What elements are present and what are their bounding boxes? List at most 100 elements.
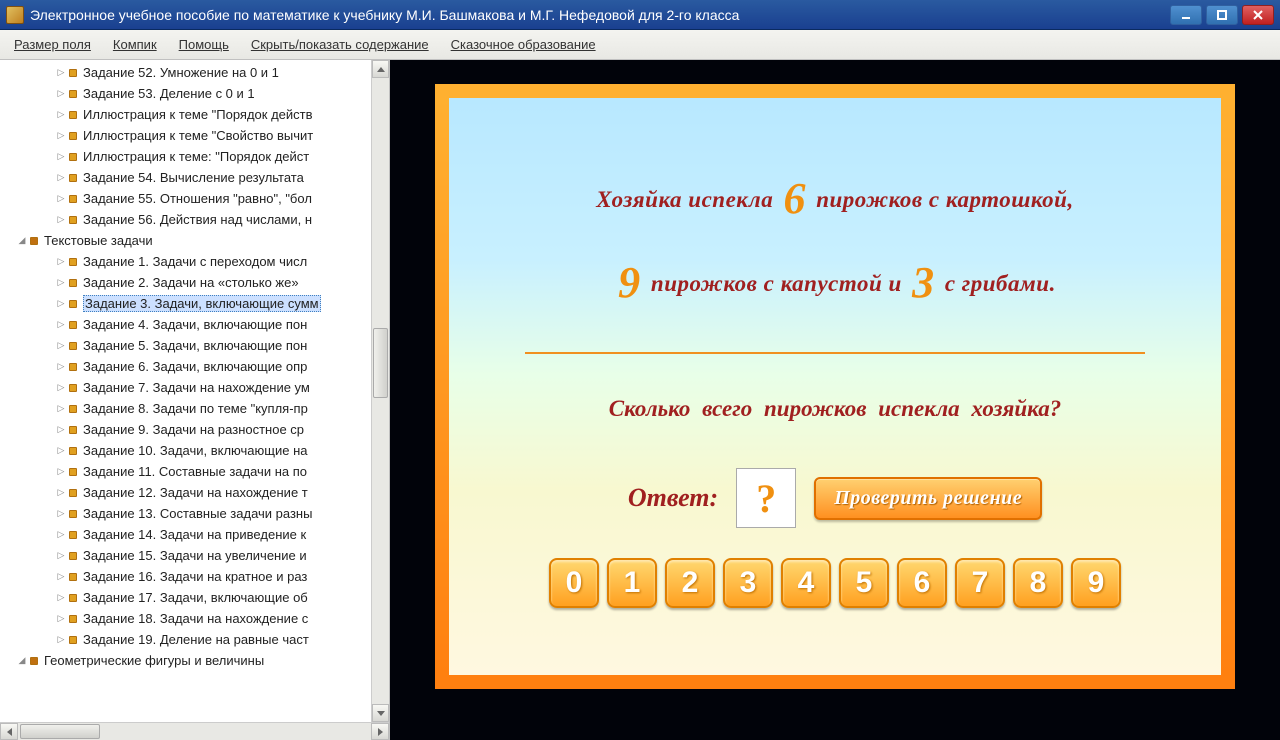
tree-bullet-icon [69,510,77,518]
toc-item[interactable]: ▷Задание 17. Задачи, включающие об [0,587,389,608]
toc-item[interactable]: ▷Задание 15. Задачи на увеличение и [0,545,389,566]
toc-item[interactable]: ▷Задание 53. Деление с 0 и 1 [0,83,389,104]
toc-item[interactable]: ▷ Иллюстрация к теме: "Порядок дейст [0,146,389,167]
toc-item-label: Задание 2. Задачи на «столько же» [83,275,299,290]
toc-item[interactable]: ▷Задание 14. Задачи на приведение к [0,524,389,545]
menu-fairy-education[interactable]: Сказочное образование [447,35,600,54]
tree-bullet-icon [69,132,77,140]
check-answer-button[interactable]: Проверить решение [814,477,1042,520]
toc-item[interactable]: ▷Задание 3. Задачи, включающие сумм [0,293,389,314]
toc-item[interactable]: ▷Задание 7. Задачи на нахождение ум [0,377,389,398]
tree-twisty-icon: ▷ [55,340,67,351]
toc-item[interactable]: ▷Задание 2. Задачи на «столько же» [0,272,389,293]
toc-item[interactable]: ▷ Задание 9. Задачи на разностное ср [0,419,389,440]
keypad-key-2[interactable]: 2 [665,558,715,608]
keypad-key-3[interactable]: 3 [723,558,773,608]
menu-toggle-toc[interactable]: Скрыть/показать содержание [247,35,433,54]
toc-item[interactable]: ▷Иллюстрация к теме "Порядок действ [0,104,389,125]
tree-bullet-icon [69,321,77,329]
keypad-key-1[interactable]: 1 [607,558,657,608]
tree-twisty-icon: ▷ [55,319,67,330]
sidebar-scrollbar-vertical[interactable] [371,60,389,722]
keypad-key-0[interactable]: 0 [549,558,599,608]
tree-twisty-icon: ▷ [55,613,67,624]
keypad-key-6[interactable]: 6 [897,558,947,608]
toc-item-label: Задание 1. Задачи с переходом числ [83,254,307,269]
toc-item[interactable]: ▷Задание 16. Задачи на кратное и раз [0,566,389,587]
toc-item[interactable]: ▷Задание 6. Задачи, включающие опр [0,356,389,377]
toc-item[interactable]: ▷Задание 13. Составные задачи разны [0,503,389,524]
window-close-button[interactable] [1242,5,1274,25]
window-maximize-button[interactable] [1206,5,1238,25]
toc-item[interactable]: ▷ Задание 1. Задачи с переходом числ [0,251,389,272]
scroll-track-h[interactable] [18,723,371,740]
tree-bullet-icon [69,174,77,182]
menu-kompik[interactable]: Компик [109,35,161,54]
toc-item[interactable]: ▷ Задание 5. Задачи, включающие пон [0,335,389,356]
tree-bullet-icon [69,363,77,371]
problem-number-3: 3 [908,258,939,307]
keypad-key-9[interactable]: 9 [1071,558,1121,608]
toc-item-label: Задание 4. Задачи, включающие пон [83,317,307,332]
toc-item-label: Задание 9. Задачи на разностное ср [83,422,304,437]
answer-input[interactable]: ? [736,468,796,528]
toc-item[interactable]: ▷Задание 18. Задачи на нахождение с [0,608,389,629]
keypad-key-7[interactable]: 7 [955,558,1005,608]
toc-category[interactable]: ◢Текстовые задачи [0,230,389,251]
toc-item[interactable]: ▷Задание 19. Деление на равные част [0,629,389,650]
menu-help[interactable]: Помощь [175,35,233,54]
arrow-right-icon [378,728,383,736]
tree-bullet-icon [69,489,77,497]
scroll-thumb-h[interactable] [20,724,100,739]
sidebar-scrollbar-horizontal[interactable] [0,722,389,740]
keypad-key-8[interactable]: 8 [1013,558,1063,608]
tree-twisty-icon: ▷ [55,361,67,372]
toc-item-label: Задание 15. Задачи на увеличение и [83,548,307,563]
toc-item[interactable]: ▷Задание 10. Задачи, включающие на [0,440,389,461]
toc-item[interactable]: ▷Задание 8. Задачи по теме "купля-пр [0,398,389,419]
toc-item[interactable]: ▷Задание 11. Составные задачи на по [0,461,389,482]
toc-item-label: Задание 5. Задачи, включающие пон [83,338,307,353]
tree-twisty-icon: ▷ [55,382,67,393]
menu-field-size[interactable]: Размер поля [10,35,95,54]
tree-twisty-icon: ▷ [55,529,67,540]
toc-item[interactable]: ▷Иллюстрация к теме "Свойство вычит [0,125,389,146]
tree-twisty-icon: ▷ [55,193,67,204]
toc-item[interactable]: ▷Задание 54. Вычисление результата [0,167,389,188]
scroll-left-button[interactable] [0,723,18,740]
scroll-up-button[interactable] [372,60,389,78]
toc-item-label: Иллюстрация к теме: "Порядок дейст [83,149,309,164]
scroll-track-v[interactable] [372,78,389,704]
tree-twisty-icon: ▷ [55,508,67,519]
window-minimize-button[interactable] [1170,5,1202,25]
keypad-key-4[interactable]: 4 [781,558,831,608]
toc-item[interactable]: ▷ Задание 55. Отношения "равно", "бол [0,188,389,209]
tree-bullet-icon [69,90,77,98]
toc-item-label: Задание 16. Задачи на кратное и раз [83,569,307,584]
tree-twisty-icon: ▷ [55,466,67,477]
keypad-key-5[interactable]: 5 [839,558,889,608]
scroll-down-button[interactable] [372,704,389,722]
problem-segment: с грибами. [939,271,1056,296]
toc-item-label: Задание 55. Отношения "равно", "бол [83,191,312,206]
toc-item[interactable]: ▷Задание 56. Действия над числами, н [0,209,389,230]
problem-number-2: 9 [614,258,645,307]
tree-bullet-icon [69,573,77,581]
toc-item[interactable]: ▷ Задание 4. Задачи, включающие пон [0,314,389,335]
tree-bullet-icon [69,405,77,413]
tree-bullet-icon [69,111,77,119]
tree-twisty-icon: ▷ [55,445,67,456]
toc-tree[interactable]: ▷Задание 52. Умножение на 0 и 1▷Задание … [0,60,389,740]
tree-twisty-icon: ▷ [55,487,67,498]
tree-bullet-icon [69,447,77,455]
tree-twisty-icon: ▷ [55,151,67,162]
tree-twisty-icon: ▷ [55,424,67,435]
toc-item-label: Задание 52. Умножение на 0 и 1 [83,65,279,80]
tree-twisty-icon: ▷ [55,256,67,267]
scroll-thumb-v[interactable] [373,328,388,398]
toc-item[interactable]: ▷Задание 52. Умножение на 0 и 1 [0,62,389,83]
tree-bullet-icon [69,594,77,602]
toc-item[interactable]: ▷Задание 12. Задачи на нахождение т [0,482,389,503]
scroll-right-button[interactable] [371,723,389,740]
toc-category[interactable]: ◢Геометрические фигуры и величины [0,650,389,671]
